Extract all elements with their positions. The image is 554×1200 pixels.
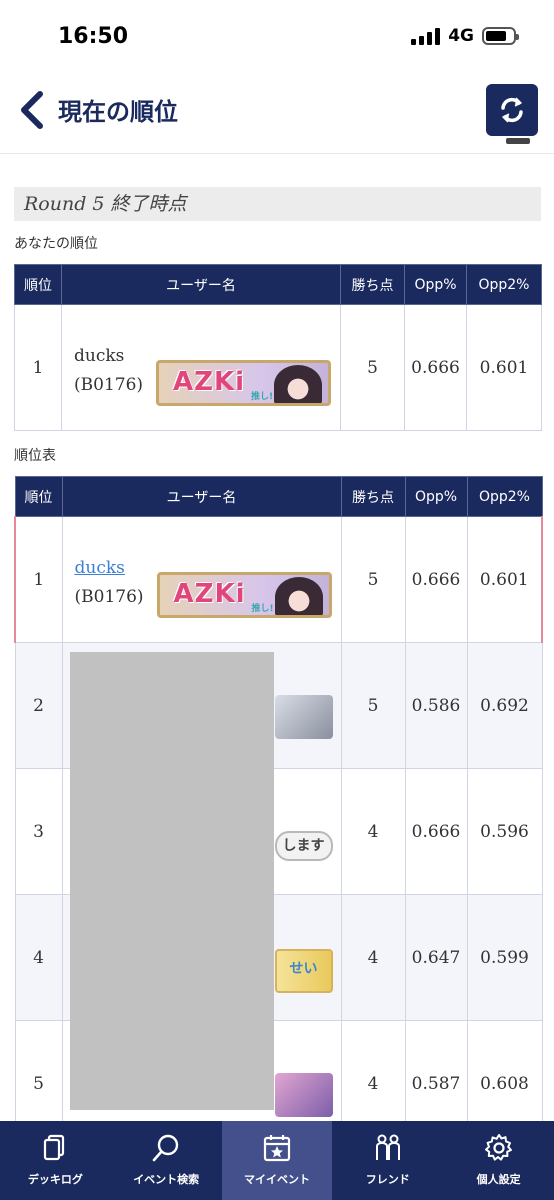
opp2-cell: 0.601 bbox=[466, 516, 543, 643]
character-portrait bbox=[274, 365, 322, 403]
page-header: 現在の順位 bbox=[0, 70, 554, 154]
column-opp2: Opp2% bbox=[466, 264, 542, 305]
nav-settings[interactable]: 個人設定 bbox=[443, 1121, 554, 1200]
banner-text: AZKi bbox=[173, 579, 246, 609]
nav-friends[interactable]: フレンド bbox=[332, 1121, 443, 1200]
rank-cell: 3 bbox=[14, 768, 63, 895]
redaction-block bbox=[70, 652, 274, 1110]
opp-cell: 0.666 bbox=[404, 516, 468, 643]
standings-label: 順位表 bbox=[14, 448, 56, 464]
user-cell: ducks (B0176) AZKi 推し! bbox=[61, 304, 341, 431]
search-icon bbox=[152, 1134, 179, 1162]
friends-icon bbox=[375, 1134, 400, 1160]
table-header-row: 順位 ユーザー名 勝ち点 Opp% Opp2% bbox=[14, 476, 543, 517]
calendar-star-icon bbox=[263, 1135, 291, 1162]
oshi-banner: AZKi 推し! bbox=[156, 360, 331, 406]
nav-label: イベント検索 bbox=[133, 1173, 200, 1186]
rank-cell: 1 bbox=[14, 304, 62, 431]
refresh-icon bbox=[501, 97, 523, 123]
opp2-cell: 0.596 bbox=[466, 768, 543, 895]
nav-label: デッキログ bbox=[27, 1173, 83, 1186]
banner-text: AZKi bbox=[173, 367, 246, 397]
user-id: (B0176) bbox=[74, 375, 144, 395]
my-rank-label: あなたの順位 bbox=[14, 236, 98, 252]
signal-icon bbox=[411, 27, 441, 45]
oshi-banner: AZKi 推し! bbox=[156, 572, 332, 618]
refresh-shadow bbox=[506, 138, 530, 144]
opp-cell: 0.666 bbox=[404, 768, 468, 895]
character-portrait bbox=[274, 577, 323, 615]
bottom-nav: デッキログ イベント検索 マイイベント フレンド 個人設定 bbox=[0, 1121, 554, 1200]
rank-cell: 2 bbox=[14, 642, 63, 769]
opp-cell: 0.586 bbox=[404, 642, 468, 769]
network-label: 4G bbox=[448, 26, 474, 46]
column-opp: Opp% bbox=[404, 476, 468, 517]
column-username: ユーザー名 bbox=[61, 476, 342, 517]
column-points: 勝ち点 bbox=[340, 476, 406, 517]
refresh-button[interactable] bbox=[486, 84, 538, 136]
back-button[interactable] bbox=[18, 90, 48, 130]
round-banner: Round 5 終了時点 bbox=[14, 187, 541, 221]
page-title: 現在の順位 bbox=[58, 97, 178, 126]
column-rank: 順位 bbox=[14, 264, 62, 305]
points-cell: 4 bbox=[340, 894, 406, 1021]
column-opp: Opp% bbox=[404, 264, 467, 305]
nav-deck-log[interactable]: デッキログ bbox=[0, 1121, 111, 1200]
my-rank-table: 順位 ユーザー名 勝ち点 Opp% Opp2% 1 ducks (B0176) … bbox=[14, 264, 542, 431]
opp2-cell: 0.692 bbox=[466, 642, 543, 769]
oshi-banner bbox=[274, 1073, 333, 1117]
points-cell: 5 bbox=[340, 642, 406, 769]
column-rank: 順位 bbox=[14, 476, 63, 517]
battery-icon bbox=[482, 27, 519, 45]
banner-tag: 推し! bbox=[251, 604, 274, 614]
gear-icon bbox=[484, 1134, 512, 1161]
oshi-banner bbox=[274, 695, 333, 739]
table-header-row: 順位 ユーザー名 勝ち点 Opp% Opp2% bbox=[14, 264, 542, 305]
oshi-banner: します bbox=[274, 831, 333, 861]
column-username: ユーザー名 bbox=[61, 264, 341, 305]
opp2-cell: 0.601 bbox=[466, 304, 542, 431]
nav-label: 個人設定 bbox=[476, 1173, 521, 1186]
opp-cell: 0.666 bbox=[404, 304, 467, 431]
banner-tag: 推し! bbox=[251, 392, 274, 402]
rank-cell: 1 bbox=[14, 516, 63, 643]
points-cell: 5 bbox=[340, 304, 405, 431]
cards-icon bbox=[44, 1134, 65, 1161]
rank-cell: 4 bbox=[14, 894, 63, 1021]
oshi-banner: せい bbox=[274, 949, 333, 993]
opp2-cell: 0.599 bbox=[466, 894, 543, 1021]
status-bar: 16:50 4G bbox=[0, 0, 554, 70]
points-cell: 5 bbox=[340, 516, 406, 643]
nav-label: フレンド bbox=[365, 1173, 410, 1186]
status-indicators: 4G bbox=[411, 26, 519, 46]
user-id: (B0176) bbox=[74, 587, 144, 607]
chevron-left-icon bbox=[21, 91, 43, 129]
nav-label: マイイベント bbox=[243, 1173, 310, 1186]
status-time: 16:50 bbox=[58, 24, 129, 49]
column-points: 勝ち点 bbox=[340, 264, 405, 305]
points-cell: 4 bbox=[340, 768, 406, 895]
nav-event-search[interactable]: イベント検索 bbox=[111, 1121, 222, 1200]
table-row: 1 ducks (B0176) AZKi 推し! 5 0.666 0.601 bbox=[14, 304, 542, 431]
nav-my-event[interactable]: マイイベント bbox=[221, 1121, 333, 1200]
column-opp2: Opp2% bbox=[466, 476, 543, 517]
user-cell: ducks (B0176) AZKi 推し! bbox=[61, 516, 342, 643]
opp-cell: 0.647 bbox=[404, 894, 468, 1021]
table-row-self[interactable]: 1 ducks (B0176) AZKi 推し! 5 0.666 0.601 bbox=[14, 516, 543, 643]
